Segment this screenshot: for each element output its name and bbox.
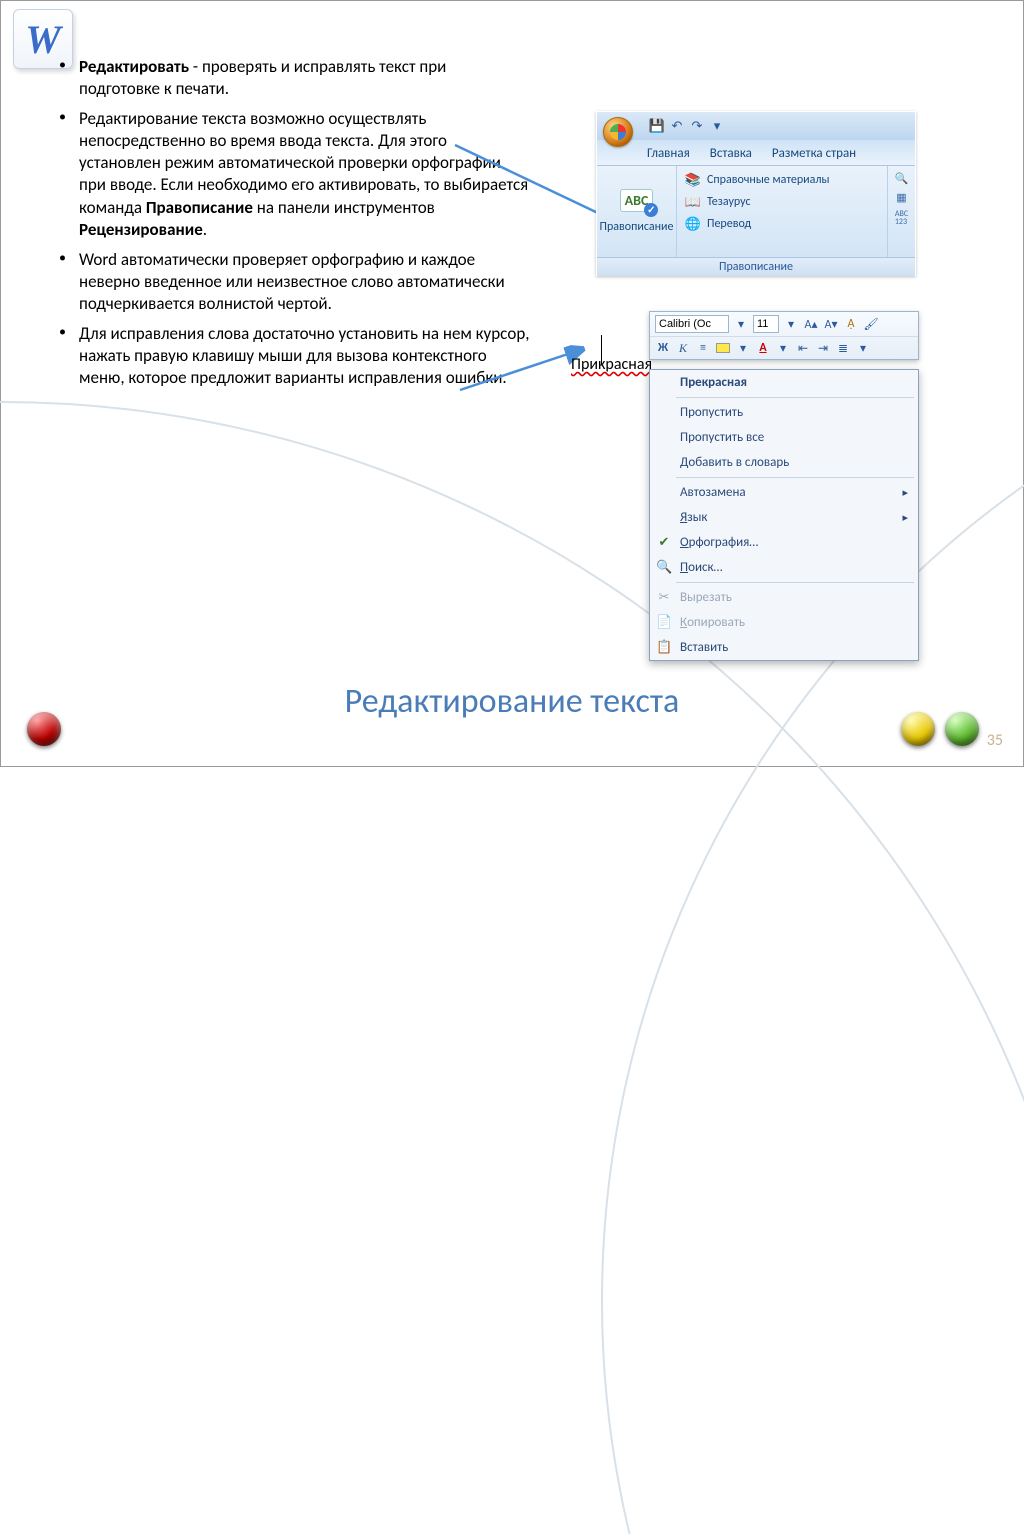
side-icon-2[interactable]: ▦ — [896, 191, 906, 204]
term: Редактировать — [79, 56, 189, 77]
research-icon: 📚 — [685, 172, 701, 188]
tab-home[interactable]: Главная — [647, 146, 690, 161]
decrease-indent-icon[interactable]: ⇤ — [795, 340, 811, 356]
ctx-find[interactable]: 🔍Поиск… — [650, 555, 918, 580]
ctx-ignore-all[interactable]: Пропустить все — [650, 425, 918, 450]
office-button[interactable] — [603, 117, 633, 147]
b1-part3: . — [203, 219, 207, 240]
b1-part2: на панели инструментов — [253, 197, 435, 218]
spelling-icon: ✔ — [656, 535, 672, 550]
mini-toolbar: ▾ ▾ A▴ A▾ Ạ 🖌 Ж К ≡ ▾ A ▾ ⇤ ⇥ ≣ ▾ — [649, 311, 919, 360]
bold-icon[interactable]: Ж — [655, 340, 671, 356]
separator — [676, 582, 914, 583]
qat-dropdown-icon[interactable]: ▾ — [709, 118, 725, 134]
styles-icon[interactable]: Ạ — [843, 316, 859, 332]
italic-icon[interactable]: К — [675, 340, 691, 356]
ctx-add-to-dict[interactable]: Добавить в словарь — [650, 450, 918, 475]
ribbon-screenshot: 💾 ↶ ↷ ▾ Главная Вставка Разметка стран A… — [596, 111, 916, 276]
translate-icon: 🌐 — [685, 216, 701, 232]
nav-prev-button[interactable] — [901, 712, 935, 746]
side-icon-1[interactable]: 🔍 — [895, 172, 909, 185]
bullets-dropdown-icon[interactable]: ▾ — [855, 340, 871, 356]
bullet-intro: Редактировать - проверять и исправлять т… — [51, 56, 531, 100]
b1-bold2: Рецензирование — [79, 219, 203, 240]
font-color-dropdown-icon[interactable]: ▾ — [775, 340, 791, 356]
checkmark-icon: ✓ — [644, 203, 658, 217]
nav-next-button[interactable] — [945, 712, 979, 746]
redo-icon[interactable]: ↷ — [689, 118, 705, 134]
ctx-autocorrect[interactable]: Автозамена▸ — [650, 480, 918, 505]
find-icon: 🔍 — [656, 560, 672, 575]
font-dropdown-icon[interactable]: ▾ — [733, 316, 749, 332]
bullet-2: Word автоматически проверяет орфографию … — [51, 249, 531, 315]
thesaurus-icon: 📖 — [685, 194, 701, 210]
highlight-icon[interactable] — [715, 340, 731, 356]
b1-bold1: Правописание — [146, 197, 253, 218]
thesaurus-label: Тезаурус — [707, 195, 751, 209]
record-button[interactable] — [27, 712, 61, 746]
ribbon-group-label: Правописание — [597, 257, 915, 276]
translate-label: Перевод — [707, 217, 751, 231]
context-menu: Прекрасная Пропустить Пропустить все Доб… — [649, 369, 919, 661]
font-name-input[interactable] — [655, 315, 729, 333]
undo-icon[interactable]: ↶ — [669, 118, 685, 134]
misspelled-word[interactable]: Прикрасная — [571, 355, 652, 374]
highlight-dropdown-icon[interactable]: ▾ — [735, 340, 751, 356]
submenu-arrow-icon: ▸ — [902, 511, 908, 524]
spelling-big-button[interactable]: ABC✓ Правописание — [597, 166, 677, 257]
research-button[interactable]: 📚 Справочные материалы — [685, 172, 879, 188]
ribbon-tabs: Главная Вставка Разметка стран — [597, 140, 915, 165]
ctx-ignore[interactable]: Пропустить — [650, 400, 918, 425]
page-number: 35 — [987, 731, 1003, 750]
cut-icon: ✂ — [656, 590, 672, 605]
shrink-font-icon[interactable]: A▾ — [823, 316, 839, 332]
ctx-copy[interactable]: 📄Копировать — [650, 610, 918, 635]
thesaurus-button[interactable]: 📖 Тезаурус — [685, 194, 879, 210]
research-label: Справочные материалы — [707, 173, 829, 187]
tab-layout[interactable]: Разметка стран — [772, 146, 856, 161]
separator — [676, 477, 914, 478]
arrow-to-word — [456, 324, 586, 394]
submenu-arrow-icon: ▸ — [902, 486, 908, 499]
increase-indent-icon[interactable]: ⇥ — [815, 340, 831, 356]
ctx-language[interactable]: Язык▸ — [650, 505, 918, 530]
grow-font-icon[interactable]: A▴ — [803, 316, 819, 332]
font-size-input[interactable] — [753, 315, 779, 333]
paste-icon: 📋 — [656, 640, 672, 655]
ctx-cut[interactable]: ✂Вырезать — [650, 585, 918, 610]
size-dropdown-icon[interactable]: ▾ — [783, 316, 799, 332]
separator — [676, 397, 914, 398]
tab-insert[interactable]: Вставка — [710, 146, 752, 161]
ctx-spelling[interactable]: ✔Орфография… — [650, 530, 918, 555]
align-icon[interactable]: ≡ — [695, 340, 711, 356]
word-count-icon[interactable]: ABC123 — [895, 210, 908, 226]
copy-icon: 📄 — [656, 615, 672, 630]
bullets-icon[interactable]: ≣ — [835, 340, 851, 356]
save-icon[interactable]: 💾 — [649, 118, 665, 134]
spelling-button-label: Правописание — [600, 220, 674, 234]
ctx-suggestion[interactable]: Прекрасная — [650, 370, 918, 395]
translate-button[interactable]: 🌐 Перевод — [685, 216, 879, 232]
font-color-icon[interactable]: A — [755, 340, 771, 356]
quick-access-toolbar: 💾 ↶ ↷ ▾ — [597, 112, 915, 140]
ctx-paste[interactable]: 📋Вставить — [650, 635, 918, 660]
slide-title: Редактирование текста — [1, 681, 1023, 722]
format-painter-icon[interactable]: 🖌 — [863, 316, 879, 332]
